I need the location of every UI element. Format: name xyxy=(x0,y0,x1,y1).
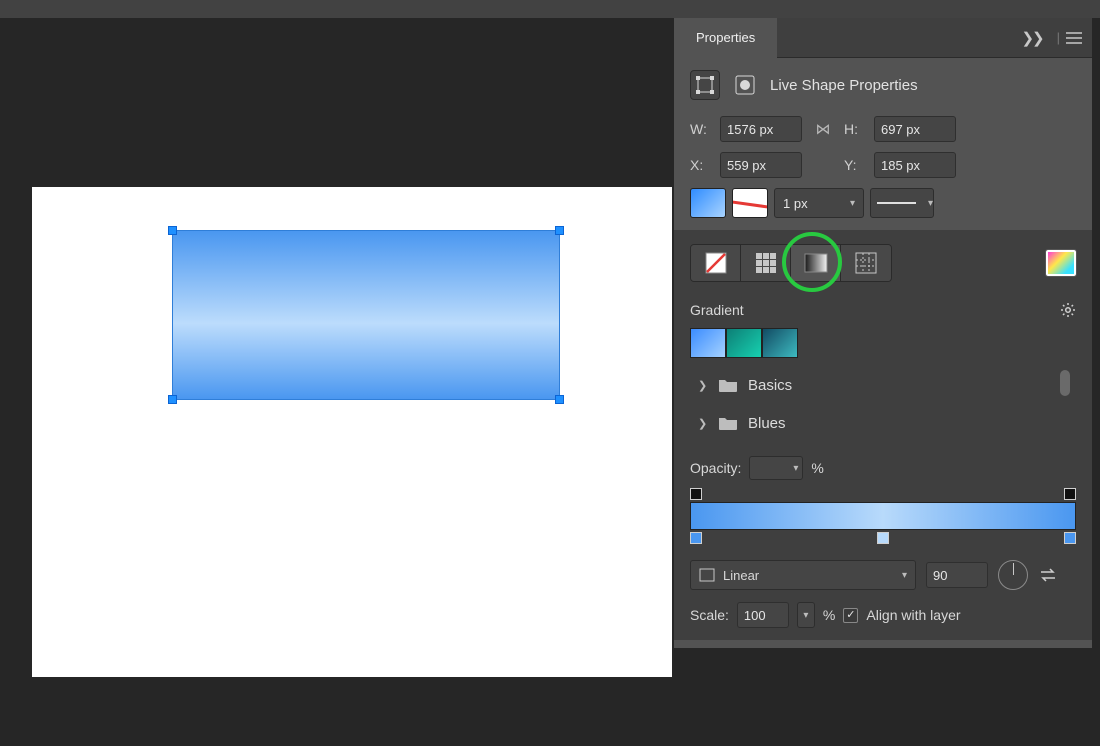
gradient-bar[interactable] xyxy=(690,502,1076,530)
angle-dial[interactable] xyxy=(998,560,1028,590)
gradient-type-label: Linear xyxy=(723,568,759,583)
stroke-width-dropdown[interactable]: 1 px ▾ xyxy=(774,188,864,218)
width-field[interactable]: 1576 px xyxy=(720,116,802,142)
folder-icon xyxy=(718,415,738,431)
folder-label: Basics xyxy=(748,377,792,394)
folder-icon xyxy=(718,377,738,393)
section-title: Live Shape Properties xyxy=(770,77,918,94)
folder-label: Blues xyxy=(748,415,786,432)
panel-menu-icon[interactable] xyxy=(1066,32,1082,44)
x-label: X: xyxy=(690,157,712,173)
color-stop-end[interactable] xyxy=(1064,532,1076,544)
gradient-editor[interactable] xyxy=(690,488,1076,548)
topbar-strip xyxy=(0,0,1100,18)
fill-swatch[interactable] xyxy=(690,188,726,218)
opacity-label: Opacity: xyxy=(690,460,741,476)
checkmark-icon: ✓ xyxy=(846,610,855,621)
stroke-swatch[interactable] xyxy=(732,188,768,218)
color-stop-start[interactable] xyxy=(690,532,702,544)
link-dimensions-icon[interactable]: ⋈ xyxy=(810,120,836,138)
resize-handle-sw[interactable] xyxy=(168,395,177,404)
chevron-down-icon: ▾ xyxy=(803,610,808,621)
gradient-preset[interactable] xyxy=(726,328,762,358)
resize-handle-ne[interactable] xyxy=(555,226,564,235)
width-label: W: xyxy=(690,121,712,137)
height-label: H: xyxy=(844,121,866,137)
shape-mask-icon[interactable] xyxy=(730,70,760,100)
scale-field[interactable]: 100 xyxy=(737,602,789,628)
chevron-down-icon: ▾ xyxy=(902,570,907,581)
gradient-preset-strip xyxy=(690,328,1076,358)
angle-field[interactable]: 90 xyxy=(926,562,988,588)
solid-line-icon xyxy=(877,202,916,204)
resize-handle-nw[interactable] xyxy=(168,226,177,235)
y-field[interactable]: 185 px xyxy=(874,152,956,178)
shape-bounds-icon[interactable] xyxy=(690,70,720,100)
fill-type-solid[interactable] xyxy=(741,245,791,281)
scale-dropdown-button[interactable]: ▾ xyxy=(797,602,815,628)
properties-tab[interactable]: Properties xyxy=(674,18,777,58)
fill-type-none[interactable] xyxy=(691,245,741,281)
gradient-type-dropdown[interactable]: Linear ▾ xyxy=(690,560,916,590)
divider: | xyxy=(1057,30,1060,45)
canvas[interactable] xyxy=(32,187,672,677)
panel-body: Live Shape Properties W: 1576 px ⋈ H: 69… xyxy=(674,58,1092,648)
fill-type-pattern[interactable] xyxy=(841,245,891,281)
selected-rectangle-shape[interactable] xyxy=(172,230,560,400)
panel-header: Properties ❯❯ | xyxy=(674,18,1092,58)
linear-gradient-icon xyxy=(699,568,715,582)
reverse-gradient-icon[interactable] xyxy=(1038,567,1058,583)
gradient-section-label: Gradient xyxy=(690,302,744,318)
height-field[interactable]: 697 px xyxy=(874,116,956,142)
fill-type-gradient[interactable] xyxy=(791,245,841,281)
gradient-folder-blues[interactable]: ❯ Blues xyxy=(690,404,1076,442)
scrollbar-thumb[interactable] xyxy=(1060,370,1070,396)
chevron-down-icon: ▾ xyxy=(793,463,798,474)
gear-icon[interactable] xyxy=(1060,302,1076,318)
chevron-right-icon: ❯ xyxy=(698,417,708,430)
stroke-width-value: 1 px xyxy=(783,196,808,211)
opacity-stop-right[interactable] xyxy=(1064,488,1076,500)
color-stop-mid[interactable] xyxy=(877,532,889,544)
gradient-folder-basics[interactable]: ❯ Basics xyxy=(690,366,1076,404)
fill-type-group xyxy=(690,244,892,282)
percent-sign: % xyxy=(811,460,823,476)
gradient-preset[interactable] xyxy=(762,328,798,358)
chevron-down-icon: ▾ xyxy=(850,198,855,209)
fill-type-section: Gradient ❯ Basics ❯ xyxy=(674,230,1092,640)
opacity-dropdown[interactable]: ▾ xyxy=(749,456,803,480)
gradient-preset[interactable] xyxy=(690,328,726,358)
y-label: Y: xyxy=(844,157,866,173)
align-with-layer-label: Align with layer xyxy=(866,607,960,623)
collapse-panel-icon[interactable]: ❯❯ xyxy=(1021,29,1042,47)
align-with-layer-checkbox[interactable]: ✓ xyxy=(843,608,858,623)
chevron-right-icon: ❯ xyxy=(698,379,708,392)
percent-sign: % xyxy=(823,607,835,623)
scale-label: Scale: xyxy=(690,607,729,623)
color-picker-swatch[interactable] xyxy=(1046,250,1076,276)
opacity-stop-left[interactable] xyxy=(690,488,702,500)
chevron-down-icon: ▾ xyxy=(928,198,933,209)
properties-panel: Properties ❯❯ | Live Shape Properties W:… xyxy=(674,18,1092,648)
x-field[interactable]: 559 px xyxy=(720,152,802,178)
resize-handle-se[interactable] xyxy=(555,395,564,404)
stroke-style-dropdown[interactable]: ▾ xyxy=(870,188,934,218)
